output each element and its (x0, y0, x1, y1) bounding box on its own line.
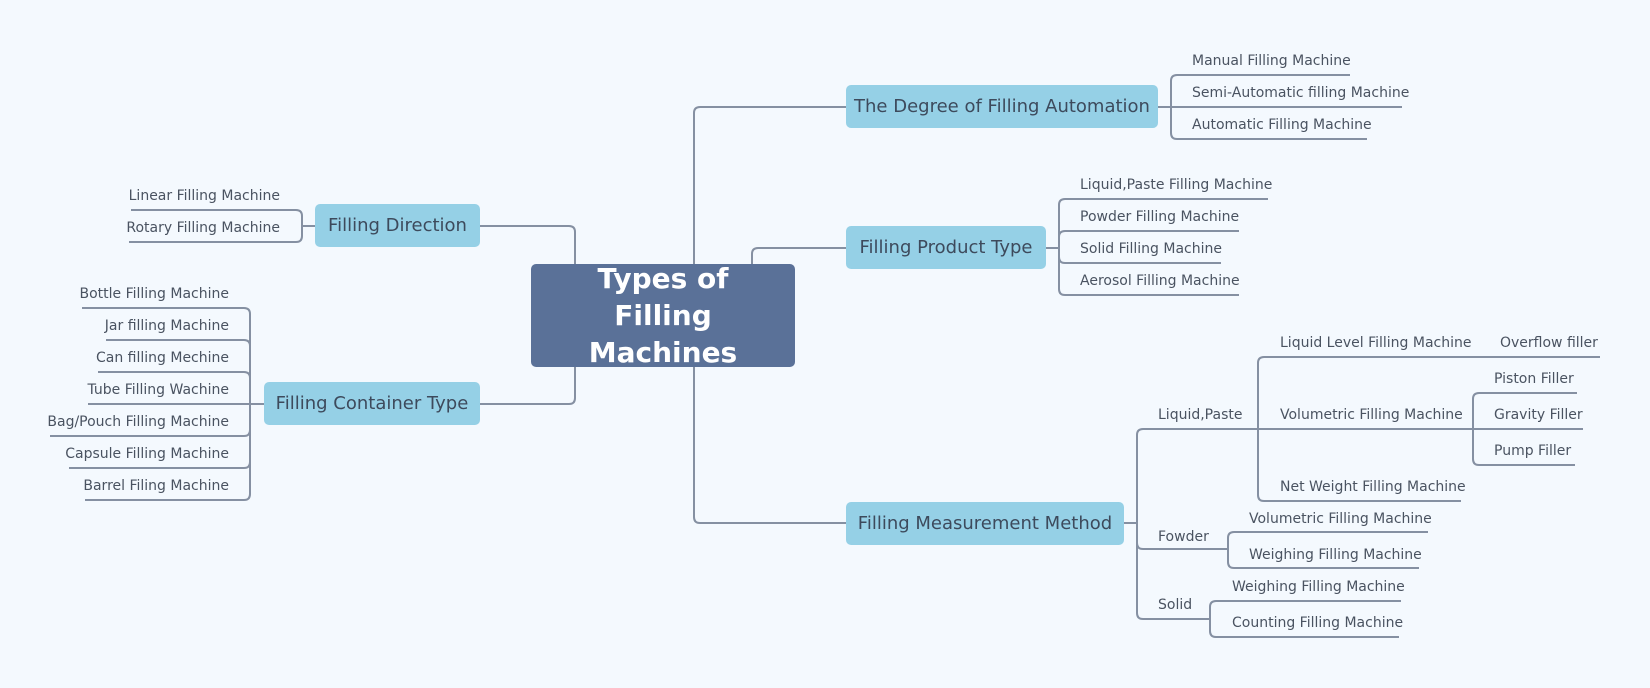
subtopic-solid-method[interactable]: Solid (1158, 596, 1192, 614)
subtopic-piston-filler[interactable]: Piston Filler (1494, 370, 1574, 388)
subtopic-linear[interactable]: Linear Filling Machine (129, 187, 280, 205)
topic-product-type[interactable]: Filling Product Type (846, 226, 1046, 269)
subtopic-barrel[interactable]: Barrel Filing Machine (83, 477, 229, 495)
subtopic-liquid-level[interactable]: Liquid Level Filling Machine (1280, 334, 1472, 352)
subtopic-liquid-paste[interactable]: Liquid,Paste Filling Machine (1080, 176, 1272, 194)
topic-direction-label: Filling Direction (328, 215, 467, 236)
subtopic-volumetric-liquid[interactable]: Volumetric Filling Machine (1280, 406, 1463, 424)
subtopic-powder-method[interactable]: Fowder (1158, 528, 1209, 546)
subtopic-solid-weighing[interactable]: Weighing Filling Machine (1232, 578, 1405, 596)
subtopic-automatic[interactable]: Automatic Filling Machine (1192, 116, 1372, 134)
subtopic-can[interactable]: Can filling Mechine (96, 349, 229, 367)
subtopic-capsule[interactable]: Capsule Filling Machine (65, 445, 229, 463)
connector-root-automation (693, 106, 846, 264)
subtopic-manual[interactable]: Manual Filling Machine (1192, 52, 1351, 70)
subtopic-pump-filler[interactable]: Pump Filler (1494, 442, 1571, 460)
topic-direction[interactable]: Filling Direction (315, 204, 480, 247)
topic-measurement-method[interactable]: Filling Measurement Method (846, 502, 1124, 545)
topic-automation[interactable]: The Degree of Filling Automation (846, 85, 1158, 128)
subtopic-powder-weighing[interactable]: Weighing Filling Machine (1249, 546, 1422, 564)
subtopic-solid-counting[interactable]: Counting Filling Machine (1232, 614, 1403, 632)
subtopic-aerosol[interactable]: Aerosol Filling Machine (1080, 272, 1240, 290)
subtopic-solid[interactable]: Solid Filling Machine (1080, 240, 1222, 258)
root-topic[interactable]: Types of Filling Machines (531, 262, 795, 369)
subtopic-jar[interactable]: Jar filling Machine (105, 317, 229, 335)
topic-measurement-method-label: Filling Measurement Method (857, 513, 1113, 534)
root-topic-label: Types of Filling Machines (588, 262, 738, 369)
subtopic-semi-automatic[interactable]: Semi-Automatic filling Machine (1192, 84, 1409, 102)
subtopic-powder[interactable]: Powder Filling Machine (1080, 208, 1239, 226)
topic-automation-label: The Degree of Filling Automation (854, 96, 1150, 117)
connector-root-container (480, 367, 576, 405)
subtopic-rotary[interactable]: Rotary Filling Machine (126, 219, 280, 237)
subtopic-net-weight[interactable]: Net Weight Filling Machine (1280, 478, 1466, 496)
topic-product-type-label: Filling Product Type (859, 237, 1033, 258)
topic-container-type-label: Filling Container Type (275, 393, 469, 414)
subtopic-bag-pouch[interactable]: Bag/Pouch Filling Machine (47, 413, 229, 431)
subtopic-liquid-paste-method[interactable]: Liquid,Paste (1158, 406, 1242, 424)
connector-root-measurement (693, 367, 846, 524)
subtopic-tube[interactable]: Tube Filling Wachine (87, 381, 229, 399)
subtopic-powder-volumetric[interactable]: Volumetric Filling Machine (1249, 510, 1432, 528)
subtopic-gravity-filler[interactable]: Gravity Filler (1494, 406, 1583, 424)
connector-root-direction (480, 225, 576, 264)
subtopic-bottle[interactable]: Bottle Filling Machine (79, 285, 229, 303)
topic-container-type[interactable]: Filling Container Type (264, 382, 480, 425)
subtopic-overflow-filler[interactable]: Overflow filler (1500, 334, 1598, 352)
